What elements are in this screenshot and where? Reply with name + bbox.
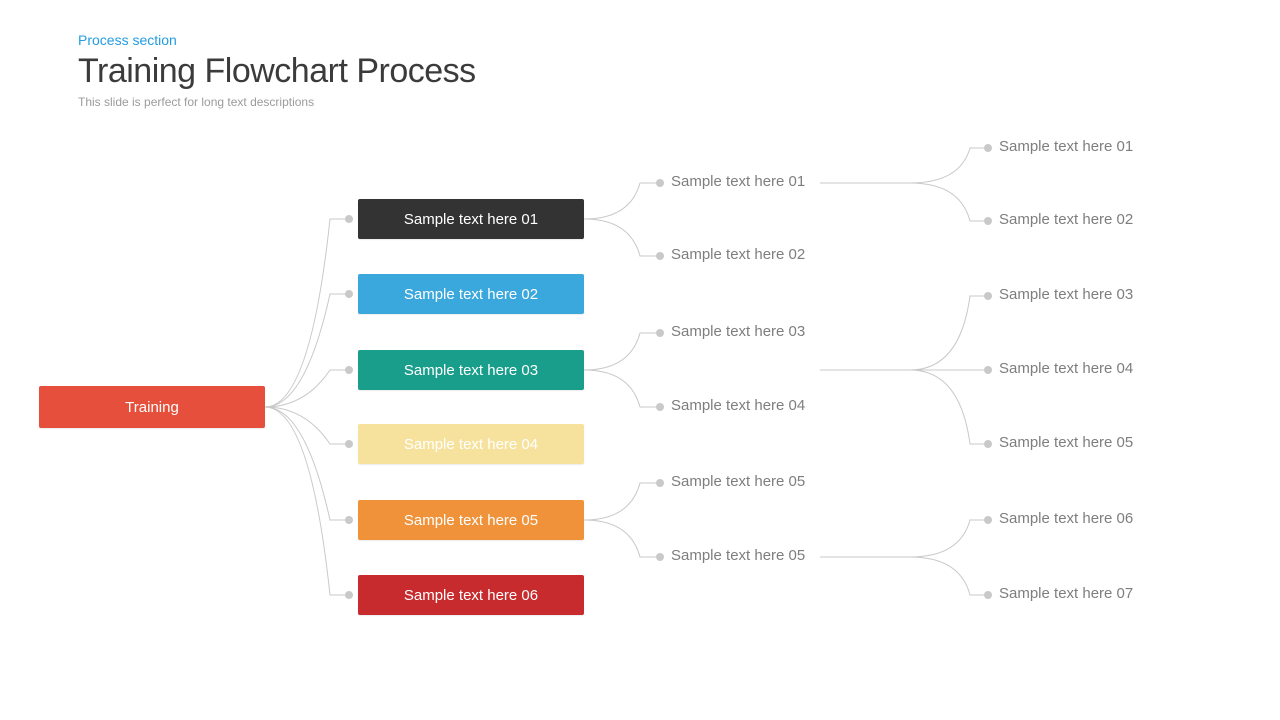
level3-leaf: Sample text here 04 — [671, 397, 805, 414]
level4-leaf: Sample text here 01 — [999, 138, 1133, 155]
level3-leaf: Sample text here 01 — [671, 173, 805, 190]
level3-leaf: Sample text here 05 — [671, 547, 805, 564]
level2-node-1: Sample text here 01 — [358, 199, 584, 239]
level4-leaf: Sample text here 07 — [999, 585, 1133, 602]
level2-node-5: Sample text here 05 — [358, 500, 584, 540]
level3-leaf: Sample text here 05 — [671, 473, 805, 490]
root-node: Training — [39, 386, 265, 428]
level2-node-2: Sample text here 02 — [358, 274, 584, 314]
level2-node-3: Sample text here 03 — [358, 350, 584, 390]
level4-leaf: Sample text here 04 — [999, 360, 1133, 377]
level4-leaf: Sample text here 06 — [999, 510, 1133, 527]
level2-node-4: Sample text here 04 — [358, 424, 584, 464]
level3-leaf: Sample text here 02 — [671, 246, 805, 263]
level3-leaf: Sample text here 03 — [671, 323, 805, 340]
level4-leaf: Sample text here 02 — [999, 211, 1133, 228]
level4-leaf: Sample text here 05 — [999, 434, 1133, 451]
level4-leaf: Sample text here 03 — [999, 286, 1133, 303]
level2-node-6: Sample text here 06 — [358, 575, 584, 615]
